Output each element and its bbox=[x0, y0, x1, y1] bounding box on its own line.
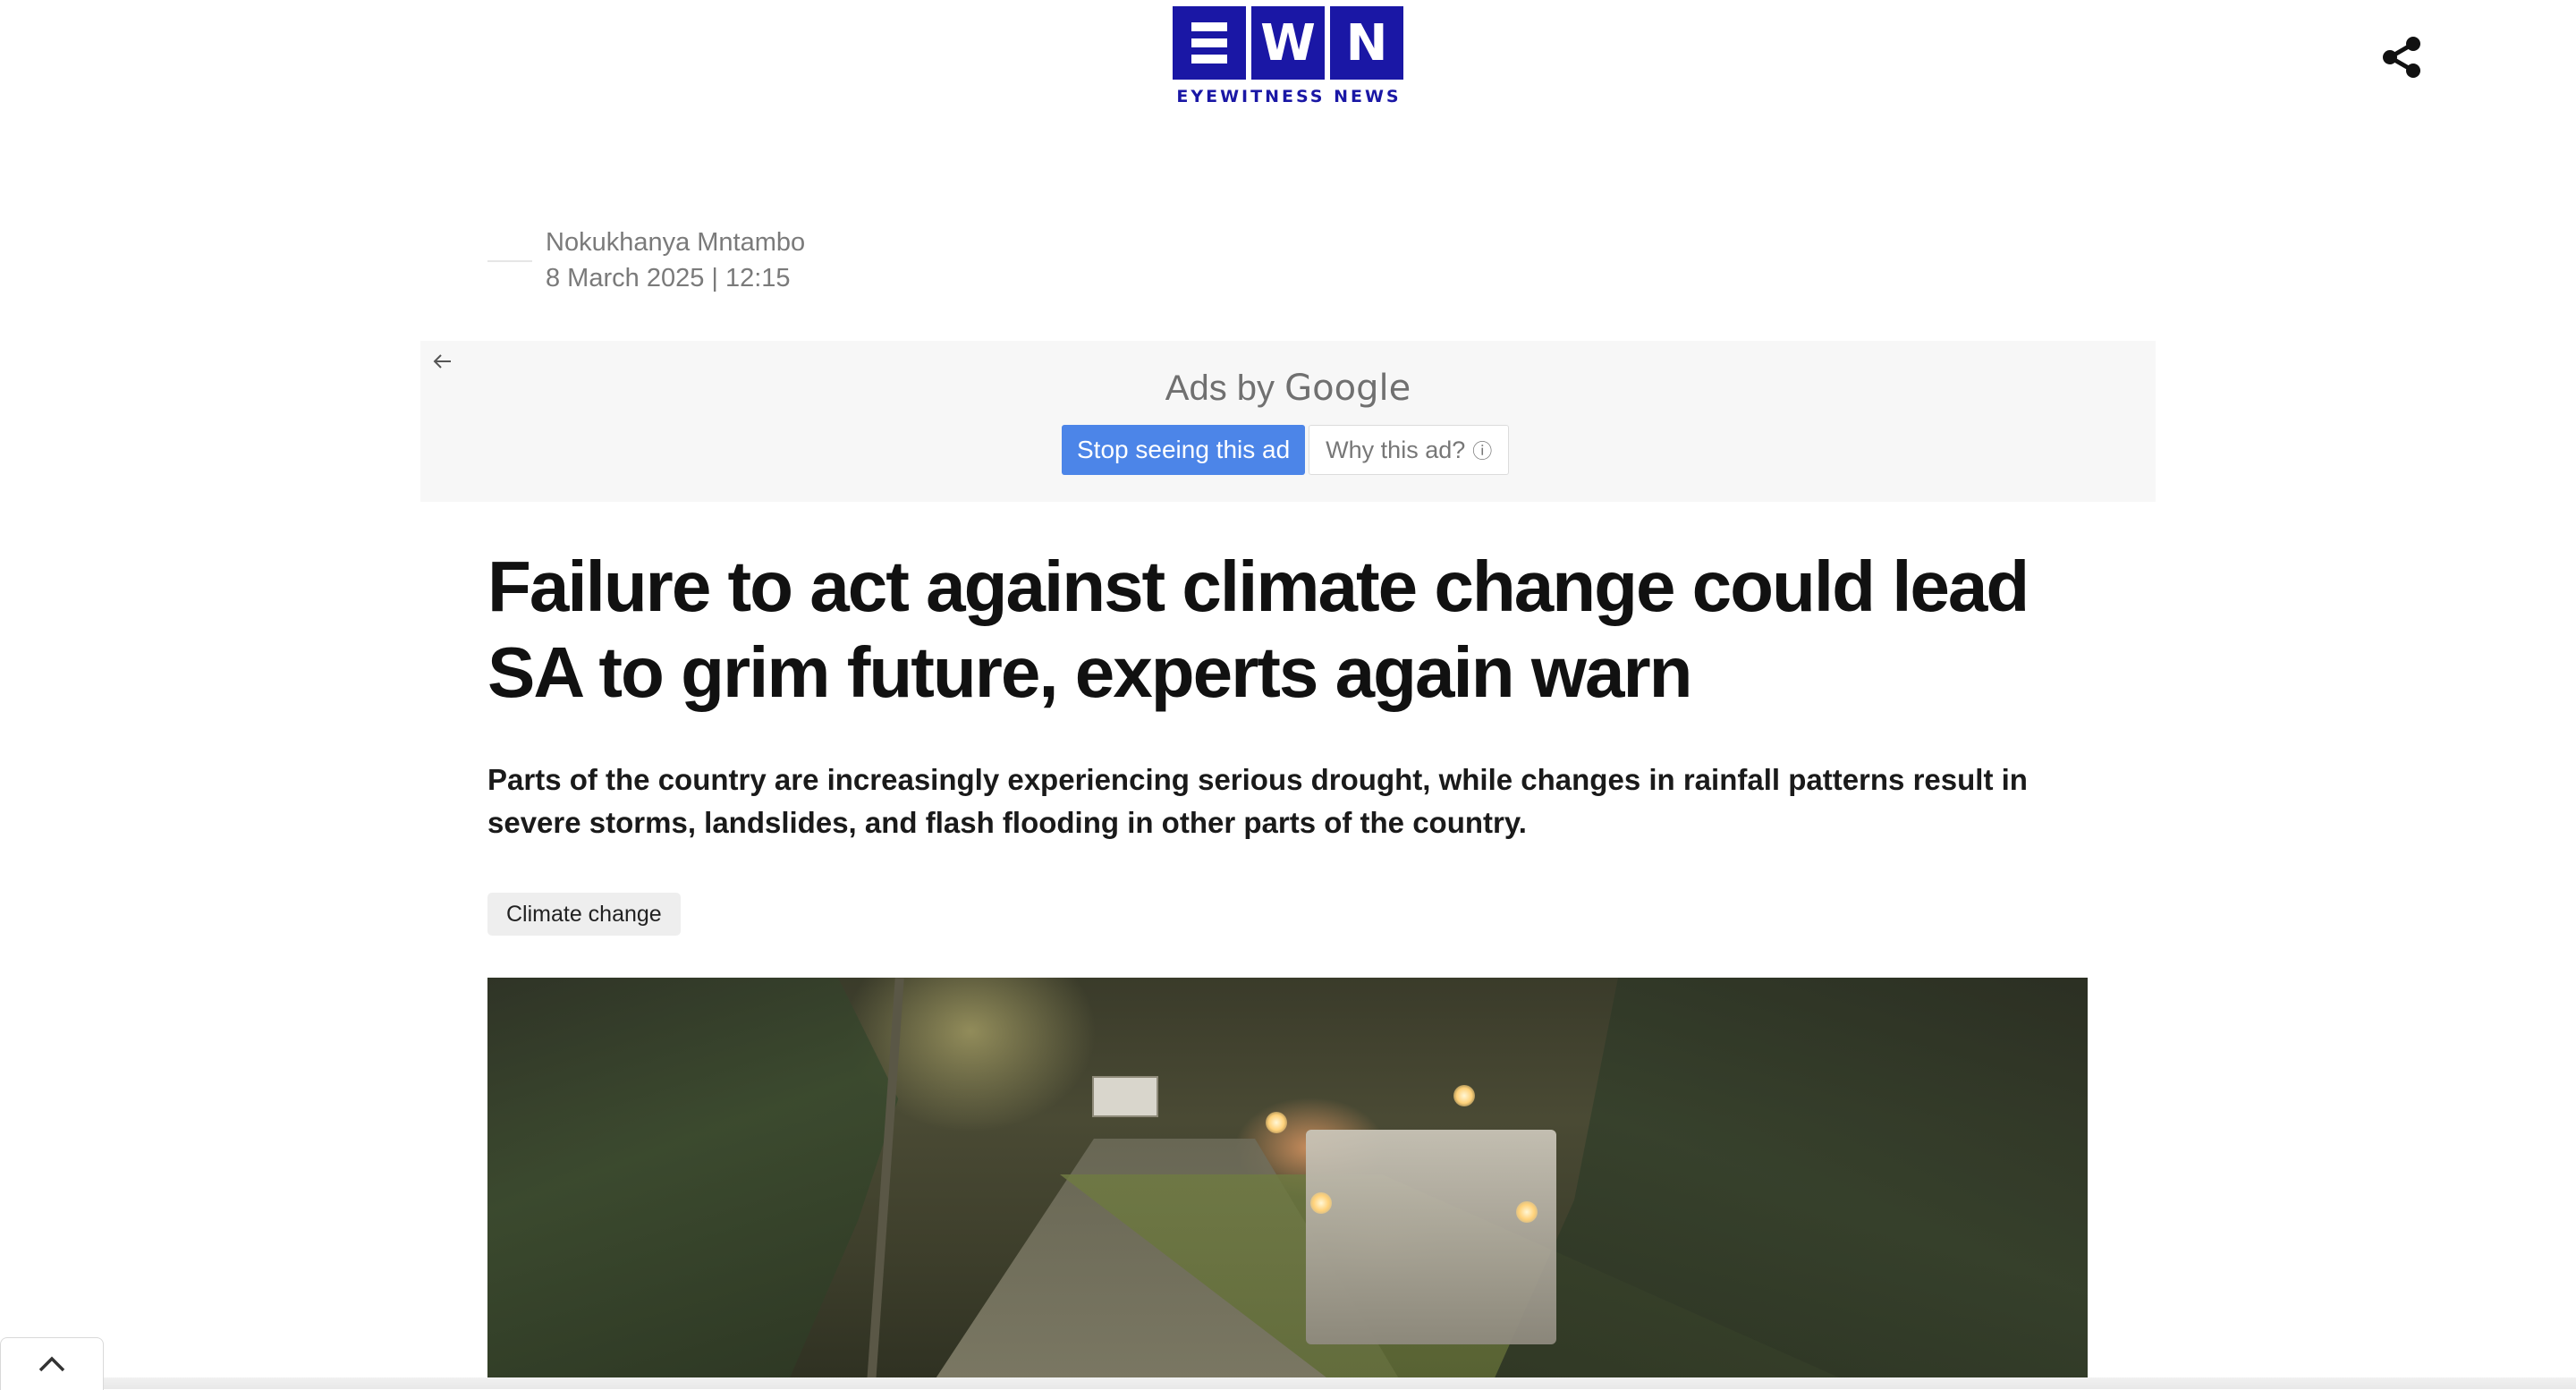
image-road-sign bbox=[1092, 1076, 1158, 1117]
google-brand-text: Google bbox=[1284, 368, 1411, 409]
logo-n-box: N bbox=[1330, 6, 1403, 80]
article-lede: Parts of the country are increasingly ex… bbox=[487, 763, 2028, 839]
article-hero-image bbox=[487, 978, 2088, 1382]
image-utility-pole bbox=[867, 978, 904, 1382]
ads-by-google-label: Ads by Google bbox=[420, 368, 2156, 409]
stop-seeing-ad-button[interactable]: Stop seeing this ad bbox=[1062, 425, 1306, 475]
site-header: W N EYEWITNESS NEWS bbox=[0, 0, 2576, 116]
scroll-to-top-button[interactable] bbox=[0, 1337, 104, 1390]
bottom-bar bbox=[0, 1377, 2576, 1389]
publish-date: 8 March 2025 | 12:15 bbox=[546, 264, 791, 292]
ad-slot: Ads by Google Stop seeing this ad Why th… bbox=[420, 341, 2156, 502]
author-avatar-placeholder bbox=[487, 260, 532, 262]
ad-buttons: Stop seeing this ad Why this ad? ⓘ bbox=[1062, 425, 1510, 475]
image-headlight bbox=[1516, 1201, 1538, 1223]
why-this-ad-button[interactable]: Why this ad? ⓘ bbox=[1309, 425, 1510, 475]
logo-boxes: W N bbox=[1173, 6, 1405, 80]
logo-w-box: W bbox=[1251, 6, 1325, 80]
image-taillight bbox=[1453, 1085, 1475, 1106]
ads-by-text: Ads by bbox=[1165, 369, 1285, 408]
chevron-up-icon bbox=[38, 1356, 65, 1372]
tag-climate-change[interactable]: Climate change bbox=[487, 893, 681, 936]
share-icon[interactable] bbox=[2377, 32, 2428, 82]
logo-text: EYEWITNESS NEWS bbox=[1176, 87, 1402, 106]
info-icon: ⓘ bbox=[1472, 440, 1493, 462]
image-taillight bbox=[1266, 1112, 1287, 1133]
why-this-ad-label: Why this ad? bbox=[1326, 436, 1466, 463]
image-emergency-vehicle bbox=[1306, 1130, 1556, 1344]
logo-e-box bbox=[1173, 6, 1246, 80]
article-headline: Failure to act against climate change co… bbox=[487, 547, 2029, 712]
author-name[interactable]: Nokukhanya Mntambo bbox=[546, 228, 805, 258]
image-headlight bbox=[1310, 1192, 1332, 1214]
ewn-logo[interactable]: W N EYEWITNESS NEWS bbox=[1173, 6, 1405, 106]
image-trees-left bbox=[487, 978, 899, 1382]
